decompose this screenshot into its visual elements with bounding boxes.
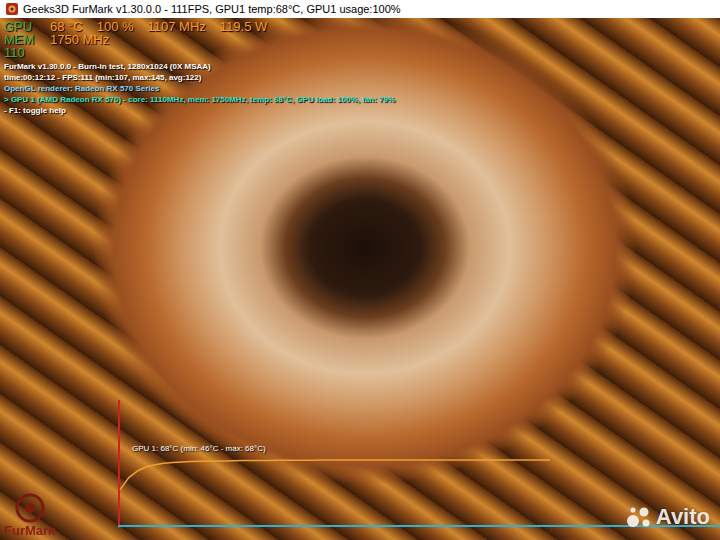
graph-label: GPU 1: 68°C (min: 46°C - max: 68°C) — [132, 444, 266, 454]
furmark-logo: FurMark — [4, 493, 55, 538]
furmark-app-icon — [6, 3, 18, 15]
info-line: - F1: toggle help — [4, 105, 395, 116]
osd-label: 110 — [4, 46, 36, 59]
watermark: Avito — [626, 504, 710, 530]
temperature-line — [120, 460, 550, 490]
info-line: OpenGL renderer: Radeon RX 570 Series — [4, 83, 395, 94]
info-line: time:00:12:12 - FPS:111 (min:107, max:14… — [4, 72, 395, 83]
osd-row: GPU 68 °C 100 % 1107 MHz 119.5 W — [4, 20, 395, 33]
info-line: FurMark v1.30.0.0 - Burn-in test, 1280x1… — [4, 61, 395, 72]
osd-reading: 68 °C — [50, 20, 83, 33]
hud-overlay: GPU 68 °C100 %1107 MHz119.5 WMEM 1750 MH… — [4, 20, 395, 116]
osd-reading: 1750 MHz — [50, 33, 109, 46]
osd-row: 110 — [4, 46, 395, 59]
watermark-text: Avito — [656, 504, 710, 530]
osd-reading: 100 % — [97, 20, 134, 33]
title-bar[interactable]: Geeks3D FurMark v1.30.0.0 - 111FPS, GPU1… — [0, 0, 720, 18]
window-title: Geeks3D FurMark v1.30.0.0 - 111FPS, GPU1… — [23, 3, 401, 15]
furmark-window: Geeks3D FurMark v1.30.0.0 - 111FPS, GPU1… — [0, 0, 720, 540]
osd-reading: 1107 MHz — [148, 20, 206, 33]
furmark-logo-icon — [15, 493, 45, 523]
osd-label: MEM — [4, 33, 36, 46]
info-line: > GPU 1 (AMD Radeon RX 570) - core: 1110… — [4, 94, 395, 105]
osd-row: MEM 1750 MHz — [4, 33, 395, 46]
avito-dots-icon — [626, 506, 652, 528]
render-view: GPU 68 °C100 %1107 MHz119.5 WMEM 1750 MH… — [0, 18, 720, 540]
temperature-graph: GPU 1: 68°C (min: 46°C - max: 68°C) — [118, 400, 720, 528]
y-axis — [118, 400, 120, 528]
info-panel: FurMark v1.30.0.0 - Burn-in test, 1280x1… — [4, 61, 395, 116]
osd-label: GPU — [4, 20, 36, 33]
osd-panel: GPU 68 °C100 %1107 MHz119.5 WMEM 1750 MH… — [4, 20, 395, 59]
logo-text: FurMark — [4, 523, 55, 538]
osd-reading: 119.5 W — [220, 20, 267, 33]
temperature-plot — [118, 400, 720, 528]
